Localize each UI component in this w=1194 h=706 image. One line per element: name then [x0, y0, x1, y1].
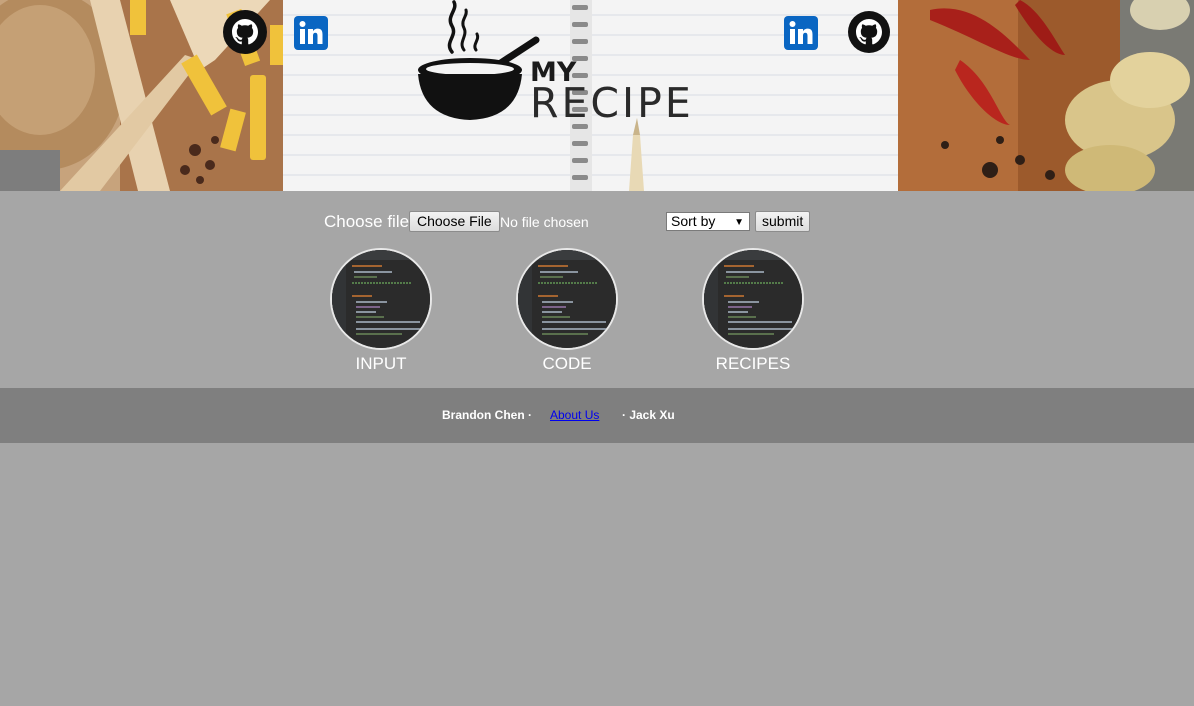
- site-logo: MY RECIPE: [412, 0, 722, 130]
- card-input[interactable]: INPUT: [330, 248, 432, 374]
- card-recipes-label: RECIPES: [715, 354, 791, 373]
- code-thumbnail-image: [518, 250, 616, 348]
- footer-author-left: Brandon Chen ·: [442, 408, 532, 422]
- card-code[interactable]: CODE: [516, 248, 618, 374]
- github-icon: [848, 11, 890, 53]
- code-screenshot-thumbnail: [330, 248, 432, 350]
- github-link-right[interactable]: [847, 10, 891, 54]
- submit-button[interactable]: submit: [755, 211, 811, 232]
- code-thumbnail-image: [332, 250, 430, 348]
- about-us-link[interactable]: About Us: [550, 408, 599, 422]
- footer-author-right: · Jack Xu: [622, 408, 675, 422]
- upload-sort-bar: Choose file Choose File No file chosen S…: [0, 209, 1194, 235]
- header-banner: MY RECIPE: [0, 0, 1194, 191]
- bowl-icon: [418, 0, 540, 120]
- linkedin-link-left[interactable]: [292, 14, 330, 52]
- card-recipes[interactable]: RECIPES: [702, 248, 804, 374]
- file-status-text: No file chosen: [500, 214, 589, 230]
- code-screenshot-thumbnail: [702, 248, 804, 350]
- linkedin-link-right[interactable]: [782, 14, 820, 52]
- logo-recipe-text: RECIPE: [530, 79, 694, 127]
- card-code-label: CODE: [542, 354, 592, 373]
- sort-select-value: Sort by: [671, 213, 716, 229]
- footer: Brandon Chen · About Us · Jack Xu: [0, 388, 1194, 443]
- github-icon: [223, 10, 267, 54]
- code-screenshot-thumbnail: [516, 248, 618, 350]
- sort-select[interactable]: Sort by ▼: [666, 212, 750, 231]
- github-link-left[interactable]: [223, 10, 267, 54]
- choose-file-button[interactable]: Choose File: [409, 211, 500, 232]
- linkedin-icon: [294, 16, 328, 50]
- card-input-label: INPUT: [355, 354, 407, 373]
- code-thumbnail-image: [704, 250, 802, 348]
- choose-file-label: Choose file: [324, 212, 410, 231]
- linkedin-icon: [784, 16, 818, 50]
- dropdown-arrow-icon: ▼: [734, 217, 744, 228]
